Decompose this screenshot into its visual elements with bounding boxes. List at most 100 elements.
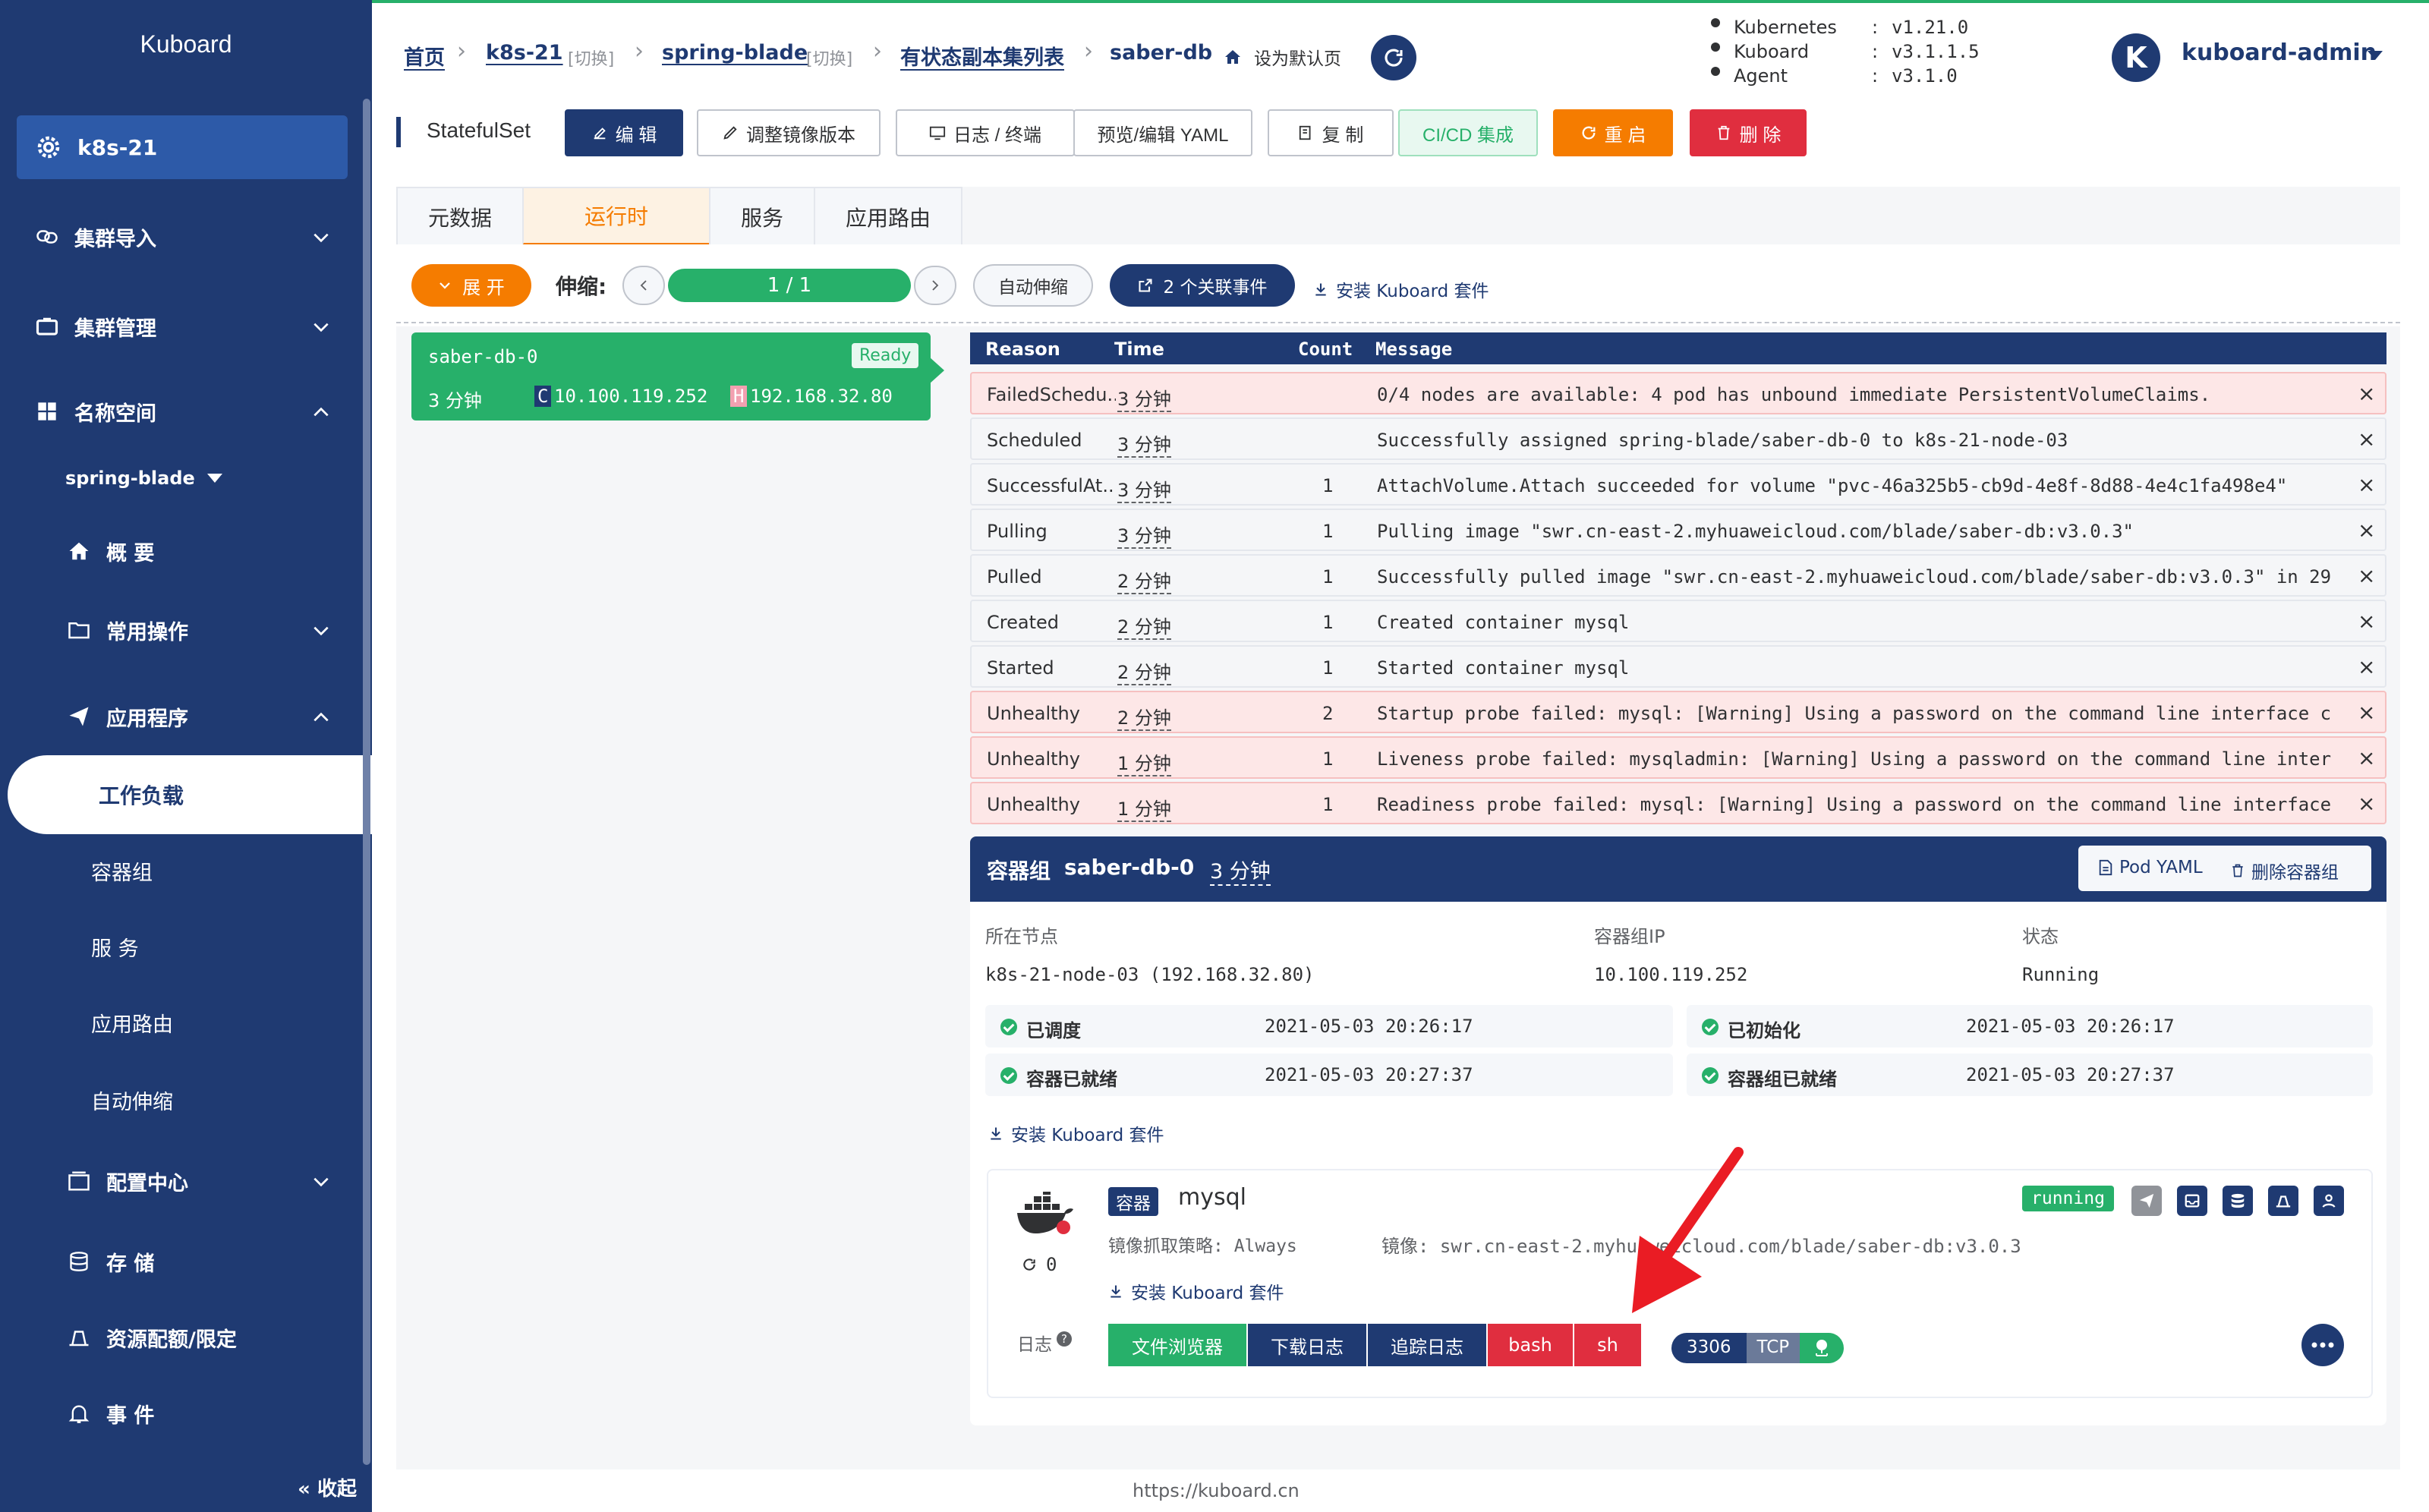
copy-icon (1299, 125, 1311, 140)
tab-ingress[interactable]: 应用路由 (814, 187, 962, 246)
sidebar-item-events[interactable]: 事 件 (65, 1391, 369, 1436)
storage-button[interactable] (2223, 1186, 2253, 1216)
scale-decrease-button[interactable] (622, 266, 665, 305)
namespace-selector[interactable]: spring-blade (65, 468, 224, 489)
table-row[interactable]: Created 2 分钟 1 Created container mysql × (970, 600, 2386, 642)
help-icon[interactable]: ? (1057, 1331, 1072, 1347)
scale-increase-button[interactable] (914, 266, 956, 305)
sidebar-item-cluster-manage[interactable]: 集群管理 (33, 304, 337, 349)
node-value: k8s-21-node-03 (192.168.32.80) (985, 964, 1315, 985)
edit-button[interactable]: 编 辑 (565, 109, 683, 156)
close-icon[interactable]: × (2358, 563, 2375, 588)
expand-button[interactable]: 展 开 (411, 264, 531, 307)
event-count: 1 (1322, 794, 1334, 815)
breadcrumb-cluster[interactable]: k8s-21 (486, 41, 563, 65)
tab-metadata[interactable]: 元数据 (396, 187, 524, 246)
refresh-button[interactable] (1371, 35, 1416, 80)
table-row[interactable]: FailedSchedu... 3 分钟 0/4 nodes are availab… (970, 372, 2386, 414)
cicd-button[interactable]: CI/CD 集成 (1398, 109, 1538, 156)
bash-button[interactable]: bash (1488, 1324, 1573, 1366)
install-kuboard-link[interactable]: 安装 Kuboard 套件 (1313, 276, 1489, 302)
close-icon[interactable]: × (2358, 700, 2375, 725)
sidebar-item-common-ops[interactable]: 常用操作 (65, 607, 337, 653)
send-icon (65, 703, 93, 730)
resource-button[interactable] (2268, 1186, 2298, 1216)
sidebar-item-cluster-import[interactable]: 集群导入 (33, 214, 337, 260)
table-row[interactable]: Unhealthy 1 分钟 1 Readiness probe failed: my… (970, 782, 2386, 824)
autoscale-button[interactable]: 自动伸缩 (973, 264, 1093, 307)
security-button[interactable] (2314, 1186, 2344, 1216)
sidebar-item-pods[interactable]: 容器组 (91, 856, 153, 886)
table-row[interactable]: Unhealthy 2 分钟 2 Startup probe failed: mysq… (970, 691, 2386, 733)
sidebar-item-overview[interactable]: 概 要 (65, 528, 369, 574)
close-icon[interactable]: × (2358, 427, 2375, 452)
event-message: Successfully assigned spring-blade/saber… (1377, 430, 2068, 451)
inbox-button[interactable] (2177, 1186, 2207, 1216)
sidebar-item-autoscale[interactable]: 自动伸缩 (91, 1085, 173, 1115)
port-badge[interactable]: 3306 TCP (1671, 1333, 1845, 1363)
send-button[interactable] (2131, 1186, 2162, 1216)
pod-card[interactable]: saber-db-0 Ready 3 分钟 C 10.100.119.252 H… (411, 332, 931, 421)
table-row[interactable]: Started 2 分钟 1 Started container mysql × (970, 645, 2386, 688)
close-icon[interactable]: × (2358, 791, 2375, 816)
sidebar-item-applications[interactable]: 应用程序 (65, 694, 337, 739)
file-browser-button[interactable]: 文件浏览器 (1108, 1324, 1246, 1366)
yaml-button[interactable]: 预览/编辑 YAML (1073, 109, 1252, 156)
close-icon[interactable]: × (2358, 472, 2375, 497)
breadcrumb-switch-namespace[interactable]: [切换] (806, 46, 852, 70)
col-reason: Reason (985, 339, 1060, 360)
version-colon: : (1872, 41, 1879, 62)
caret-down-icon[interactable] (2367, 50, 2383, 61)
sidebar-item-namespace[interactable]: 名称空间 (33, 389, 337, 434)
table-row[interactable]: SuccessfulAt... 3 分钟 1 AttachVolume.Attach … (970, 463, 2386, 506)
set-default-link[interactable]: 设为默认页 (1224, 44, 1341, 70)
sidebar-item-storage[interactable]: 存 储 (65, 1239, 369, 1284)
breadcrumb-switch-cluster[interactable]: [切换] (568, 46, 614, 70)
close-icon[interactable]: × (2358, 654, 2375, 679)
sh-button[interactable]: sh (1574, 1324, 1641, 1366)
sidebar-item-workloads[interactable]: 工作负载 (8, 755, 372, 834)
footer-link[interactable]: https://kuboard.cn (1133, 1480, 1300, 1501)
table-row[interactable]: Scheduled 3 分钟 Successfully assigned sprin… (970, 417, 2386, 460)
sidebar-scrollbar[interactable] (363, 99, 370, 1465)
delete-pod-button[interactable]: 删除容器组 (2230, 858, 2339, 884)
tab-service[interactable]: 服务 (709, 187, 815, 246)
install-kuboard-link[interactable]: 安装 Kuboard 套件 (1108, 1278, 1284, 1304)
logs-terminal-button[interactable]: 日志 / 终端 (896, 109, 1075, 156)
chevron-down-icon (313, 1177, 329, 1187)
table-row[interactable]: Pulling 3 分钟 1 Pulling image "swr.cn-east-2… (970, 509, 2386, 551)
sidebar-item-config[interactable]: 配置中心 (65, 1158, 337, 1204)
send-icon (2139, 1193, 2154, 1208)
pod-detail-name: saber-db-0 (1064, 855, 1195, 880)
more-button[interactable] (2301, 1324, 2344, 1366)
pod-yaml-button[interactable]: Pod YAML (2098, 858, 2203, 877)
breadcrumb-home[interactable]: 首页 (404, 41, 445, 71)
close-icon[interactable]: × (2358, 381, 2375, 406)
close-icon[interactable]: × (2358, 745, 2375, 770)
cluster-selector[interactable]: k8s-21 (17, 115, 348, 179)
close-icon[interactable]: × (2358, 518, 2375, 543)
replica-count: 1 / 1 (668, 269, 911, 302)
tail-log-button[interactable]: 追踪日志 (1368, 1324, 1486, 1366)
breadcrumb-namespace[interactable]: spring-blade (662, 41, 808, 65)
sidebar-item-quota[interactable]: 资源配额/限定 (65, 1315, 369, 1360)
download-log-button[interactable]: 下载日志 (1248, 1324, 1366, 1366)
table-row[interactable]: Unhealthy 1 分钟 1 Liveness probe failed: mys… (970, 736, 2386, 779)
user-name[interactable]: kuboard-admin (2182, 39, 2377, 66)
install-kuboard-link[interactable]: 安装 Kuboard 套件 (988, 1120, 1164, 1146)
table-row[interactable]: Pulled 2 分钟 1 Successfully pulled image "sw… (970, 554, 2386, 597)
container-tag: 容器 (1108, 1187, 1158, 1216)
close-icon[interactable]: × (2358, 609, 2375, 634)
sidebar-collapse-button[interactable]: « 收起 (298, 1473, 357, 1501)
delete-button[interactable]: 删 除 (1690, 109, 1807, 156)
tab-runtime[interactable]: 运行时 (522, 187, 710, 246)
restart-button[interactable]: 重 启 (1553, 109, 1673, 156)
breadcrumb-list[interactable]: 有状态副本集列表 (900, 41, 1064, 71)
sidebar-item-services[interactable]: 服 务 (91, 932, 139, 962)
copy-button[interactable]: 复 制 (1268, 109, 1394, 156)
condition-containers-ready: 容器已就绪 2021-05-03 20:27:37 (985, 1054, 1673, 1096)
avatar[interactable]: K (2112, 33, 2160, 82)
sidebar-item-ingress[interactable]: 应用路由 (91, 1008, 173, 1038)
adjust-image-button[interactable]: 调整镜像版本 (697, 109, 881, 156)
related-events-button[interactable]: 2 个关联事件 (1110, 264, 1295, 307)
